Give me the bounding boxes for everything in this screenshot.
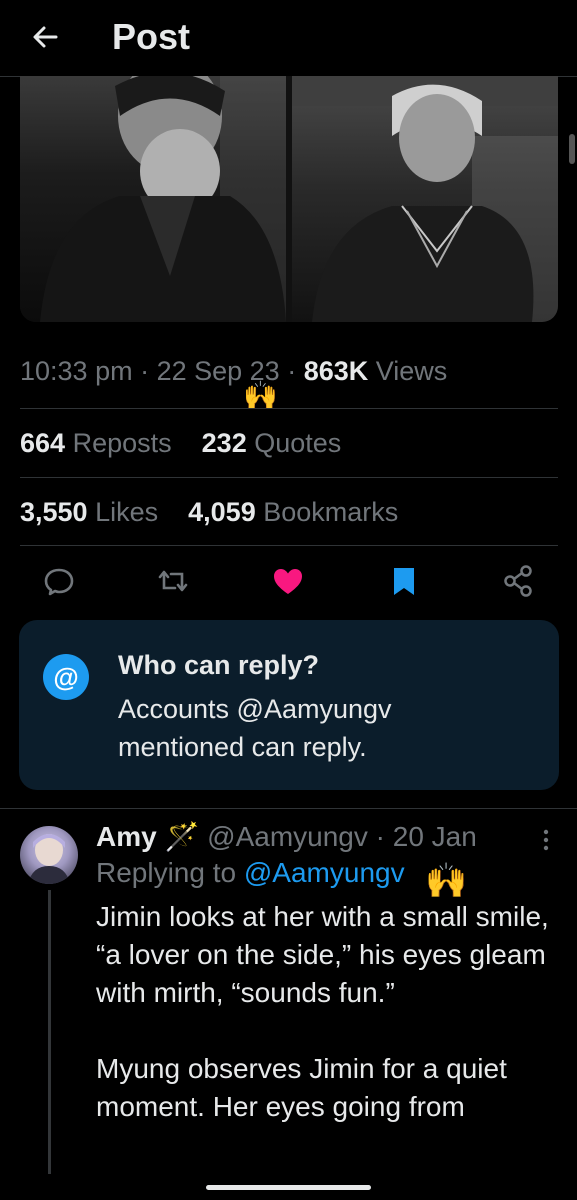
user-handle[interactable]: @Aamyungv	[207, 821, 368, 852]
share-icon[interactable]	[500, 563, 536, 599]
photo-right[interactable]	[292, 76, 558, 322]
replying-to-mention[interactable]: @Aamyungv	[244, 857, 405, 888]
page-title: Post	[112, 16, 191, 57]
top-bar: Post	[0, 0, 577, 77]
post-time: 10:33 pm	[20, 356, 133, 386]
avatar[interactable]	[20, 826, 78, 884]
likes-stat[interactable]: 3,550 Likes	[20, 497, 158, 527]
divider	[20, 477, 558, 478]
photo-left[interactable]	[20, 76, 286, 322]
more-options-icon[interactable]	[536, 826, 556, 856]
views-count: 863K	[303, 356, 369, 386]
repost-quote-stats: 664 Reposts 232 Quotes	[20, 428, 558, 459]
repost-icon[interactable]	[155, 563, 191, 599]
likes-bookmarks-stats: 3,550 Likes 4,059 Bookmarks	[20, 497, 558, 528]
bookmark-icon[interactable]	[386, 563, 422, 599]
at-symbol-icon: @	[43, 654, 89, 700]
reply-header: Amy 🪄 @Aamyungv · 20 Jan	[96, 821, 477, 852]
like-icon[interactable]	[270, 563, 306, 599]
reply-date: 20 Jan	[392, 821, 477, 852]
divider	[20, 408, 558, 409]
who-can-reply-card: @ Who can reply? Accounts @Aamyungv ment…	[19, 620, 559, 790]
who-can-reply-title: Who can reply?	[118, 650, 320, 680]
quotes-stat[interactable]: 232 Quotes	[202, 428, 342, 458]
divider	[20, 545, 558, 546]
scrollbar-thumb[interactable]	[569, 134, 575, 164]
post-media[interactable]	[20, 76, 558, 322]
display-name[interactable]: Amy	[96, 821, 157, 852]
back-arrow-icon[interactable]	[30, 22, 60, 52]
views-label: Views	[375, 356, 448, 386]
section-divider	[0, 808, 577, 809]
who-can-reply-body: Accounts @Aamyungv mentioned can reply.	[118, 694, 392, 762]
magic-wand-emoji: 🪄	[164, 821, 200, 852]
reply-text: Jimin looks at her with a small smile, “…	[96, 898, 562, 1164]
reply-paragraph: Myung observes Jimin for a quiet moment.…	[96, 1053, 507, 1122]
replying-to-line: Replying to @Aamyungv	[96, 857, 405, 889]
post-meta: 10:33 pm · 22 Sep 23 · 863K Views	[20, 356, 448, 386]
raising-hands-emoji: 🙌	[425, 862, 468, 900]
home-indicator[interactable]	[206, 1185, 371, 1190]
bookmarks-stat[interactable]: 4,059 Bookmarks	[188, 497, 398, 527]
reply-paragraph: Jimin looks at her with a small smile, “…	[96, 901, 549, 1008]
reply-icon[interactable]	[41, 563, 77, 599]
thread-line	[48, 890, 51, 1174]
raising-hands-emoji: 🙌	[243, 380, 278, 411]
reposts-stat[interactable]: 664 Reposts	[20, 428, 172, 458]
replying-prefix: Replying to	[96, 857, 237, 888]
